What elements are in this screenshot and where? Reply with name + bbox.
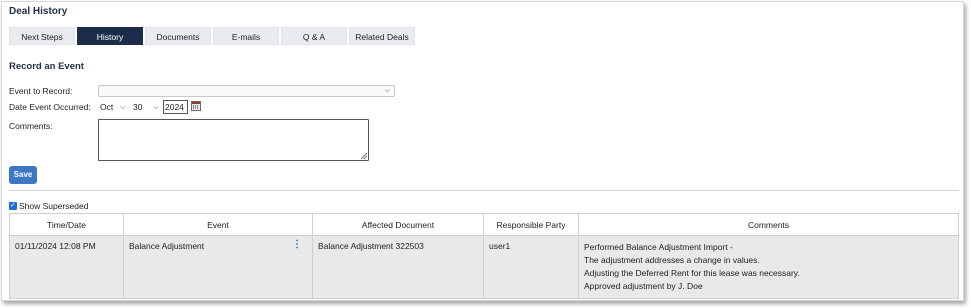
comment-line: Performed Balance Adjustment Import - [584, 242, 733, 252]
cell-event: ⋮ Balance Adjustment [123, 235, 313, 299]
month-value: Oct [100, 102, 114, 112]
col-header-event: Event [123, 213, 313, 236]
kebab-menu-icon[interactable]: ⋮ [292, 240, 302, 250]
show-superseded-label: Show Superseded [19, 201, 89, 211]
year-input[interactable]: 2024 [163, 100, 188, 114]
tab-documents[interactable]: Documents [145, 27, 211, 45]
day-select[interactable]: 30 ⌵ [132, 101, 162, 114]
chevron-down-icon: ⌵ [120, 104, 126, 111]
col-header-party: Responsible Party [483, 213, 579, 236]
event-text: Balance Adjustment [129, 241, 205, 251]
history-table: Time/Date Event Affected Document Respon… [9, 213, 959, 299]
tab-next-steps[interactable]: Next Steps [9, 27, 75, 45]
table-header-row: Time/Date Event Affected Document Respon… [9, 213, 959, 236]
deal-history-panel: Deal History Next Steps History Document… [1, 1, 964, 301]
date-event-occurred-label: Date Event Occurred: [9, 102, 91, 112]
page-title: Deal History [9, 6, 68, 17]
comment-line: Adjusting the Deferred Rent for this lea… [584, 268, 800, 278]
col-header-time: Time/Date [9, 213, 124, 236]
resize-handle-icon[interactable] [361, 153, 367, 159]
col-header-comments: Comments [578, 213, 959, 236]
col-header-document: Affected Document [312, 213, 484, 236]
cell-party: user1 [483, 235, 579, 299]
cell-time: 01/11/2024 12:08 PM [9, 235, 124, 299]
chevron-down-icon: ⌵ [384, 87, 390, 94]
record-event-heading: Record an Event [9, 61, 84, 72]
save-button[interactable]: Save [9, 166, 37, 184]
table-row[interactable]: 01/11/2024 12:08 PM ⋮ Balance Adjustment… [9, 235, 959, 299]
comment-line: The adjustment addresses a change in val… [584, 255, 760, 265]
cell-document: Balance Adjustment 322503 [312, 235, 484, 299]
tab-emails[interactable]: E-mails [213, 27, 279, 45]
tab-bar: Next Steps History Documents E-mails Q &… [9, 27, 415, 45]
day-value: 30 [133, 102, 143, 112]
month-select[interactable]: Oct ⌵ [99, 101, 129, 114]
comments-textarea[interactable] [98, 119, 369, 161]
comment-line: Approved adjustment by J. Doe [584, 281, 703, 291]
tab-qa[interactable]: Q & A [281, 27, 347, 45]
calendar-icon[interactable] [191, 101, 201, 111]
comments-label: Comments: [9, 121, 53, 131]
cell-comments: Performed Balance Adjustment Import - Th… [578, 235, 959, 299]
tab-related-deals[interactable]: Related Deals [349, 27, 415, 45]
show-superseded-row: ✓ Show Superseded [9, 201, 88, 211]
show-superseded-checkbox[interactable]: ✓ [9, 202, 17, 210]
chevron-down-icon: ⌵ [153, 104, 159, 111]
event-to-record-label: Event to Record: [9, 86, 73, 96]
tab-history[interactable]: History [77, 27, 143, 45]
divider [9, 190, 959, 191]
event-to-record-select[interactable]: ⌵ [98, 85, 395, 97]
